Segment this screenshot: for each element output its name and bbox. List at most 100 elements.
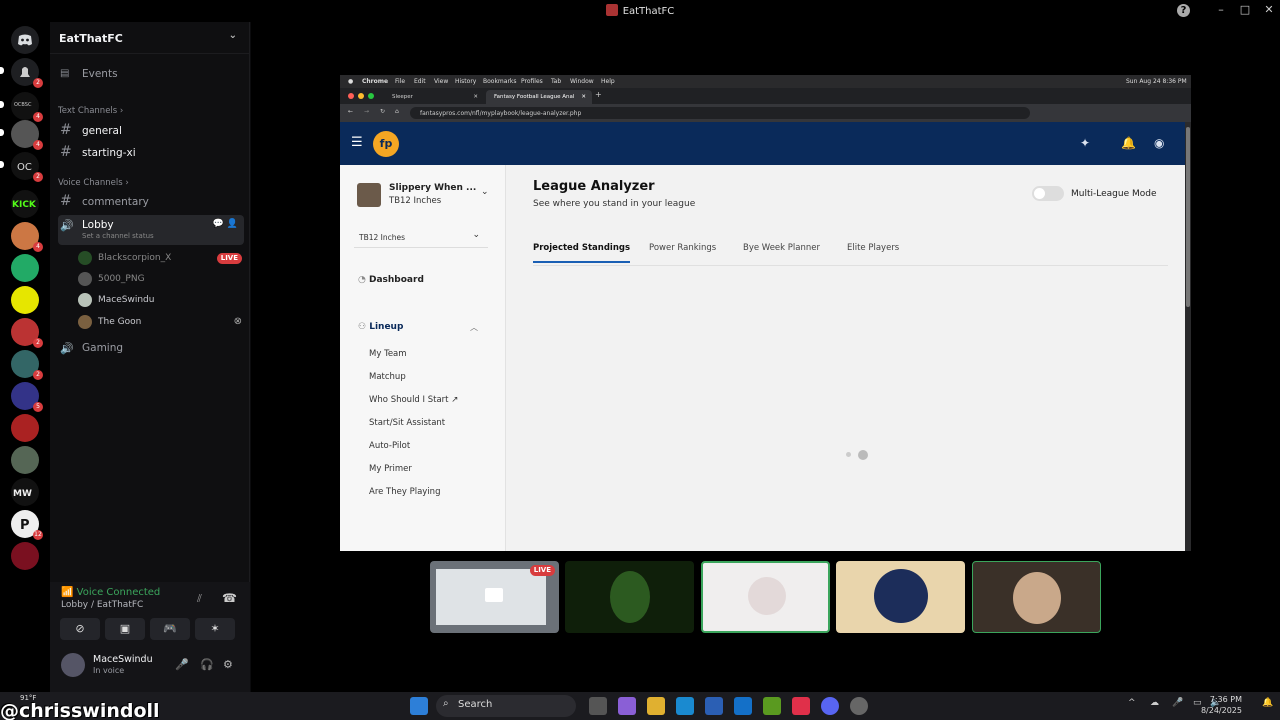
server-icon-gatmets[interactable] (11, 414, 39, 442)
lineup-item[interactable]: Start/Sit Assistant (369, 418, 445, 428)
nav-dashboard[interactable]: ◔ Dashboard (358, 275, 424, 285)
new-tab-icon[interactable]: + (595, 90, 602, 99)
voice-user[interactable]: 5000_PNG (78, 271, 244, 289)
server-icon-ocbsc[interactable]: OCBSC 4 (11, 92, 43, 122)
chevron-down-icon[interactable]: ⌄ (481, 187, 489, 197)
tab-fantasypros[interactable]: Fantasy Football League Anal ✕ (486, 90, 592, 104)
tray-chevron-icon[interactable]: ^ (1128, 698, 1136, 708)
shared-screen[interactable]: ● Chrome File Edit View History Bookmark… (340, 75, 1191, 551)
minimize-dot[interactable] (358, 93, 364, 99)
league-select[interactable]: TB12 Inches ⌄ (354, 228, 488, 248)
minimize-button[interactable]: – (1214, 3, 1228, 16)
file-explorer-icon[interactable] (647, 697, 665, 715)
account-icon[interactable]: ◉ (1154, 136, 1164, 150)
server-icon-smiley[interactable] (11, 286, 39, 314)
server-icon-gray[interactable] (11, 446, 39, 474)
server-icon-hex[interactable] (11, 254, 39, 282)
server-icon-moto[interactable]: 4 (11, 120, 43, 150)
voice-location[interactable]: Lobby / EatThatFC (61, 600, 143, 610)
nav-lineup[interactable]: ⚇ Lineup (358, 322, 403, 332)
server-icon-blue[interactable]: 5 (11, 382, 43, 412)
lineup-item[interactable]: Are They Playing (369, 487, 440, 497)
lineup-item[interactable]: Auto-Pilot (369, 441, 410, 451)
disconnect-icon[interactable]: ☎ (222, 591, 237, 605)
forward-icon[interactable]: → (364, 108, 369, 115)
lineup-item[interactable]: My Team (369, 349, 407, 359)
category-voice-channels[interactable]: Voice Channels › (58, 178, 129, 188)
store-icon[interactable] (705, 697, 723, 715)
voice-user[interactable]: Blackscorpion_X LIVE (78, 250, 244, 268)
mic-tray-icon[interactable]: 🎤 (1172, 698, 1183, 708)
scroll-thumb[interactable] (1186, 127, 1190, 307)
zoom-dot[interactable] (368, 93, 374, 99)
channel-lobby[interactable]: 🔊 Lobby Set a channel status 💬 👤 (58, 215, 244, 245)
screen-share-button[interactable]: ▣ (105, 618, 145, 640)
server-icon-trauly[interactable] (11, 542, 39, 570)
taskbar-search[interactable]: ⌕ Search (436, 695, 576, 717)
bell-icon[interactable]: 🔔 (1121, 136, 1136, 150)
discord-taskbar-icon[interactable] (821, 697, 839, 715)
microphone-icon[interactable]: 🎤 (175, 658, 189, 671)
channel-status[interactable]: Set a channel status (82, 232, 244, 240)
tab-power-rankings[interactable]: Power Rankings (649, 243, 716, 253)
soundboard-button[interactable]: ✶ (195, 618, 235, 640)
channel-gaming[interactable]: 🔊 Gaming (58, 338, 244, 360)
hamburger-menu-icon[interactable]: ☰ (351, 135, 363, 150)
participant-tile[interactable] (701, 561, 830, 633)
maximize-button[interactable]: □ (1238, 3, 1252, 16)
help-icon[interactable]: ? (1177, 4, 1190, 17)
task-view-icon[interactable] (589, 697, 607, 715)
lineup-item[interactable]: Matchup (369, 372, 406, 382)
start-icon[interactable] (410, 697, 428, 715)
tab-projected-standings[interactable]: Projected Standings (533, 243, 630, 253)
close-button[interactable]: ✕ (1262, 3, 1276, 16)
fantasypros-logo[interactable]: fp (373, 131, 399, 157)
lineup-item[interactable]: My Primer (369, 464, 412, 474)
server-icon-tower[interactable]: 4 (11, 222, 43, 252)
settings-gear-icon[interactable]: ⚙ (223, 658, 233, 671)
participant-tile[interactable] (565, 561, 694, 633)
music-icon[interactable] (792, 697, 810, 715)
server-icon-red[interactable]: 2 (11, 318, 43, 348)
server-icon-kick[interactable]: KICK (11, 190, 39, 218)
server-icon-green[interactable]: 2 (11, 350, 43, 380)
edge-icon[interactable] (676, 697, 694, 715)
channel-commentary[interactable]: # commentary (58, 192, 244, 214)
user-avatar[interactable] (61, 653, 85, 677)
discord-home-icon[interactable] (11, 26, 39, 54)
channel-events[interactable]: ▤ Events (58, 64, 244, 86)
page-scrollbar[interactable] (1185, 122, 1191, 551)
category-text-channels[interactable]: Text Channels › (58, 106, 123, 116)
tab-bye-week-planner[interactable]: Bye Week Planner (743, 243, 820, 253)
activity-button[interactable]: 🎮 (150, 618, 190, 640)
stream-thumbnail[interactable]: LIVE (430, 561, 559, 633)
add-user-icon[interactable]: 👤 (227, 219, 238, 229)
chrome-taskbar-icon[interactable] (850, 697, 868, 715)
url-input[interactable]: fantasypros.com/nfl/myplaybook/league-an… (410, 107, 1030, 119)
notification-icon[interactable]: 🔔 (1262, 698, 1273, 708)
nvidia-icon[interactable] (763, 697, 781, 715)
voice-user[interactable]: MaceSwindu (78, 292, 244, 310)
channel-starting-xi[interactable]: # starting-xi (58, 143, 244, 165)
lineup-item[interactable]: Who Should I Start ↗ (369, 395, 458, 405)
copilot-icon[interactable] (618, 697, 636, 715)
chat-icon[interactable]: 💬 (213, 219, 224, 229)
tab-sleeper[interactable]: Sleeper ✕ (384, 90, 484, 104)
reload-icon[interactable]: ↻ (380, 108, 385, 115)
noise-suppression-icon[interactable]: ⫽ (197, 592, 202, 606)
sparkle-icon[interactable]: ✦ (1080, 136, 1090, 150)
server-icon-mw[interactable]: MW (11, 478, 39, 506)
server-icon-p[interactable]: P 12 (11, 510, 43, 540)
server-header[interactable]: EatThatFC ⌄ (50, 22, 249, 54)
close-dot[interactable] (348, 93, 354, 99)
back-icon[interactable]: ← (348, 108, 353, 115)
camera-off-button[interactable]: ⊘ (60, 618, 100, 640)
server-icon-oc[interactable]: OC 2 (11, 152, 43, 182)
taskbar-clock[interactable]: 7:36 PM 8/24/2025 (1201, 694, 1242, 716)
outlook-icon[interactable] (734, 697, 752, 715)
headphones-icon[interactable]: 🎧 (200, 658, 214, 671)
notification-bell-icon[interactable]: 2 (11, 58, 43, 88)
onedrive-icon[interactable]: ☁ (1150, 698, 1159, 708)
participant-tile[interactable] (972, 561, 1101, 633)
participant-tile[interactable] (836, 561, 965, 633)
